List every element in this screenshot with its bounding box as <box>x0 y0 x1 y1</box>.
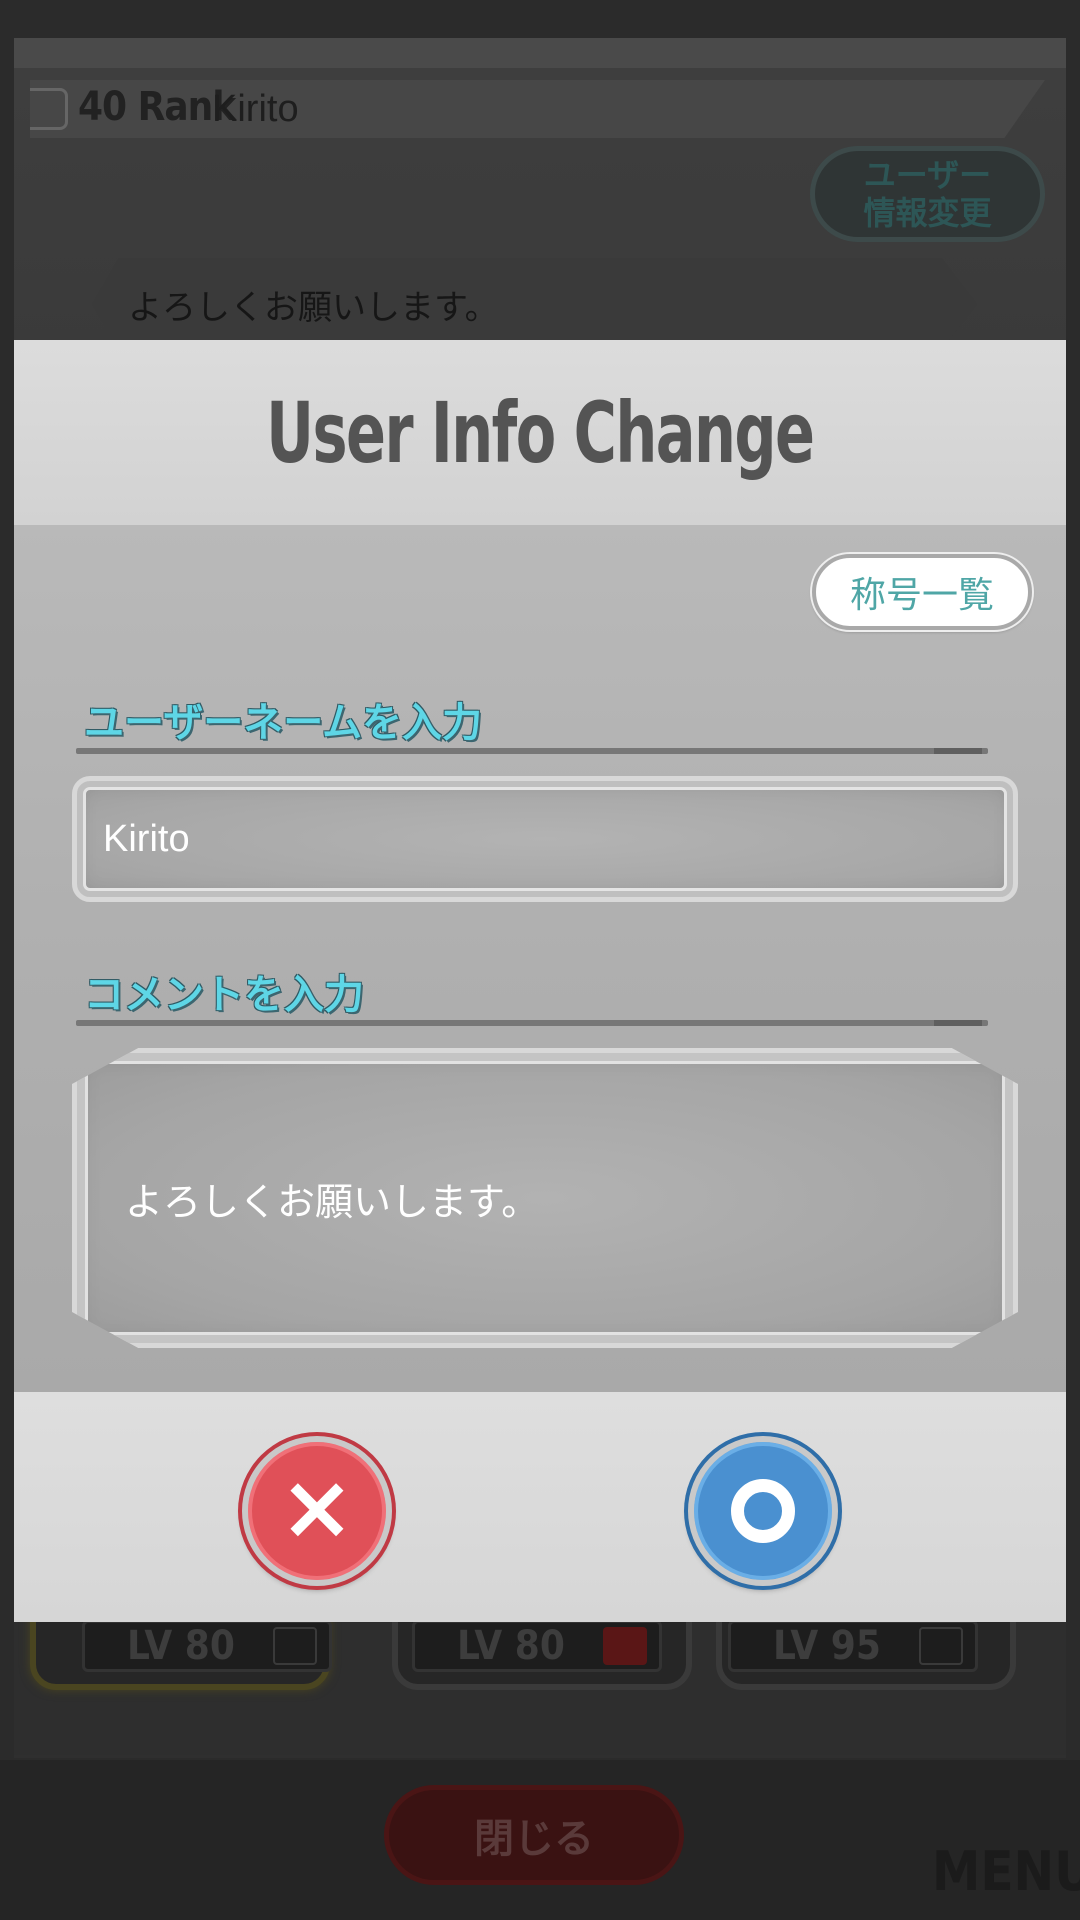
profile-comment: よろしくお願いします。 <box>92 258 977 350</box>
dialog-footer <box>14 1392 1066 1622</box>
menu-label: MENU <box>932 1840 1080 1903</box>
comment-label: コメントを入力 <box>84 972 364 1018</box>
rank-bar-tab <box>30 88 68 130</box>
user-info-change-dialog: User Info Change 称号一覧 ユーザーネームを入力 Kirito … <box>14 340 1066 1622</box>
cancel-button[interactable]: × <box>242 1436 392 1586</box>
username-label-underline <box>76 748 988 754</box>
close-button: 閉じる <box>384 1785 684 1885</box>
card-level-1-text: LV 80 <box>127 1623 235 1669</box>
username-input[interactable]: Kirito <box>72 776 1018 902</box>
change-user-info-button: ユーザー 情報変更 <box>810 146 1045 242</box>
change-user-info-label: ユーザー 情報変更 <box>863 156 992 232</box>
underline-end <box>934 748 982 754</box>
card-level-2-text: LV 80 <box>457 1623 565 1669</box>
weapon-tag-icon <box>273 1627 317 1665</box>
underline-end <box>934 1020 982 1026</box>
comment-label-underline <box>76 1020 988 1026</box>
username-label: ユーザーネームを入力 <box>84 700 482 746</box>
comment-input[interactable]: よろしくお願いします。 <box>72 1048 1018 1348</box>
circle-icon <box>731 1479 795 1543</box>
close-icon: × <box>279 1455 355 1560</box>
card-level-3-text: LV 95 <box>773 1623 881 1669</box>
dialog-header: User Info Change <box>14 340 1066 525</box>
card-level-3: LV 95 <box>728 1620 978 1672</box>
card-level-2: LV 80 <box>412 1620 662 1672</box>
title-list-button[interactable]: 称号一覧 <box>812 554 1032 630</box>
weapon-tag-icon <box>603 1627 647 1665</box>
confirm-button[interactable] <box>688 1436 838 1586</box>
card-level-1: LV 80 <box>82 1620 332 1672</box>
weapon-tag-icon <box>919 1627 963 1665</box>
dialog-title: User Info Change <box>266 383 815 482</box>
player-name: Kirito <box>212 88 299 130</box>
